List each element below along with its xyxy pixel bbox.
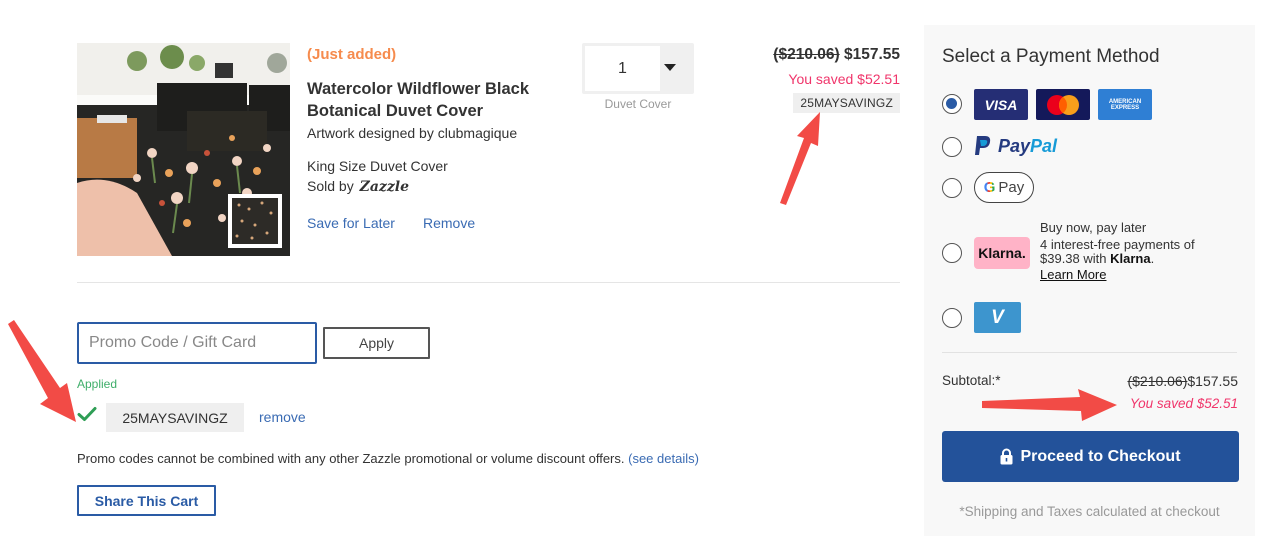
klarna-line2: $39.38 with Klarna.	[1040, 251, 1155, 266]
visa-label: VISA	[984, 96, 1018, 113]
applied-promo-code: 25MAYSAVINGZ	[106, 403, 244, 432]
radio-venmo[interactable]	[942, 308, 962, 328]
paypal-icon	[975, 136, 991, 155]
annotation-arrow-applied-code	[8, 320, 76, 422]
shipping-taxes-note: *Shipping and Taxes calculated at checko…	[959, 504, 1220, 519]
klarna-learn-more-link[interactable]: Learn More	[1040, 267, 1106, 283]
product-image[interactable]	[77, 43, 290, 256]
applied-label: Applied	[77, 377, 118, 391]
radio-gpay[interactable]	[942, 178, 962, 198]
klarna-info: Buy now, pay later 4 interest-free payme…	[1040, 220, 1195, 283]
subtotal-original: ($210.06)	[1127, 373, 1188, 389]
quantity-label: Duvet Cover	[604, 97, 672, 111]
radio-card[interactable]	[942, 94, 962, 114]
klarna-brand: Klarna	[1110, 251, 1151, 266]
disclaimer-text: Promo codes cannot be combined with any …	[77, 451, 625, 466]
item-price: ($210.06) $157.55	[773, 46, 900, 64]
promo-code-input[interactable]	[77, 322, 317, 364]
sold-by-prefix: Sold by	[307, 178, 354, 194]
gpay-label: Pay	[998, 179, 1025, 196]
lock-icon	[1000, 448, 1013, 465]
venmo-logo: V	[974, 302, 1021, 333]
google-pay-logo: G Pay	[974, 172, 1034, 203]
payment-panel: Select a Payment Method VISA AMERICAN EX…	[924, 25, 1255, 536]
just-added-label: (Just added)	[307, 46, 397, 63]
original-price: ($210.06)	[773, 46, 840, 63]
subtotal-label: Subtotal:*	[942, 373, 1001, 388]
checkout-label: Proceed to Checkout	[1020, 447, 1181, 465]
amex-line2: EXPRESS	[1110, 104, 1140, 111]
discounted-price: $157.55	[843, 46, 900, 63]
artwork-credit: Artwork designed by clubmagique	[307, 125, 518, 141]
klarna-amount: $39.38 with	[1040, 251, 1107, 266]
visa-icon: VISA	[974, 89, 1028, 120]
sold-by: Sold by Zazzle	[307, 178, 409, 195]
proceed-to-checkout-button[interactable]: Proceed to Checkout	[942, 431, 1239, 482]
promo-disclaimer: Promo codes cannot be combined with any …	[77, 451, 699, 466]
subtotal-savings: You saved $52.51	[1129, 396, 1238, 411]
caret-down-icon	[664, 64, 676, 71]
product-size: King Size Duvet Cover	[307, 158, 448, 174]
paypal-label-pal: Pal	[1030, 135, 1058, 156]
item-promo-code-tag: 25MAYSAVINGZ	[793, 93, 900, 113]
annotation-arrow-item-code	[780, 112, 820, 205]
divider	[77, 282, 900, 283]
save-for-later-link[interactable]: Save for Later	[307, 215, 395, 231]
check-icon	[77, 407, 97, 421]
zazzle-brand-logo: Zazzle	[359, 179, 410, 195]
panel-divider	[942, 352, 1237, 353]
amex-icon: AMERICAN EXPRESS	[1098, 89, 1152, 120]
radio-paypal[interactable]	[942, 137, 962, 157]
remove-promo-link[interactable]: remove	[259, 409, 306, 425]
remove-item-link[interactable]: Remove	[423, 215, 475, 231]
quantity-select[interactable]: 1	[582, 43, 694, 94]
paypal-logo: Pay Pal	[974, 135, 1057, 157]
klarna-logo: Klarna.	[974, 237, 1030, 269]
radio-klarna[interactable]	[942, 243, 962, 263]
quantity-value: 1	[585, 46, 660, 91]
apply-button[interactable]: Apply	[323, 327, 430, 359]
product-title[interactable]: Watercolor Wildflower Black Botanical Du…	[307, 78, 557, 122]
subtotal-amount: $157.55	[1187, 373, 1238, 389]
paypal-label-pay: Pay	[998, 135, 1031, 156]
payment-title: Select a Payment Method	[942, 46, 1160, 67]
klarna-headline: Buy now, pay later	[1040, 220, 1147, 235]
share-cart-button[interactable]: Share This Cart	[77, 485, 216, 516]
see-details-link[interactable]: (see details)	[628, 451, 699, 466]
subtotal-value: ($210.06)$157.55	[1127, 373, 1238, 389]
item-savings: You saved $52.51	[788, 71, 900, 87]
mastercard-icon	[1036, 89, 1090, 120]
klarna-line1: 4 interest-free payments of	[1040, 236, 1195, 252]
google-g-icon: G	[983, 179, 996, 196]
